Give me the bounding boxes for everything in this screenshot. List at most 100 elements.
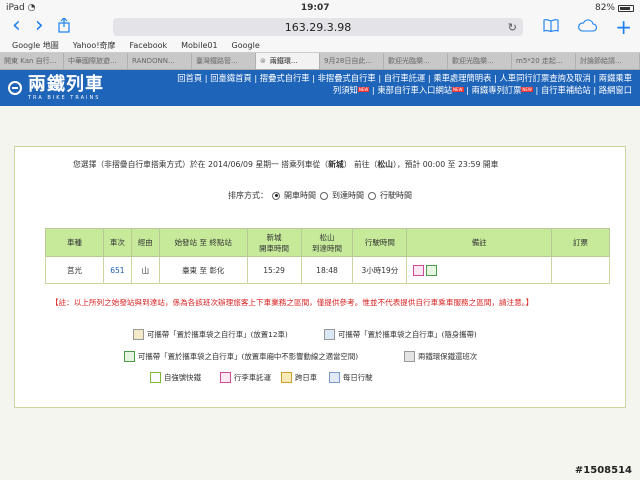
travel-duration: 3小時19分 [352,256,408,284]
legend-text: 可攜帶「置於攜車袋之自行車」(放置12車) [147,330,288,339]
legend-item: 兩鐵環保鐵還班次 [404,351,477,362]
watermark: #1508514 [574,465,632,476]
tab-label: 討論節給請... [580,57,622,65]
table-header-row: 車種 車次 經由 始發站 至 終點站 新城 開車時間 松山 到達時間 行駛時間 … [45,228,610,257]
train-via: 山 [130,256,160,284]
logo-text: 兩鐵列車 [28,74,104,95]
legend-item: 可攜帶「置於攜車袋之自行車」(隨身攜帶) [324,329,477,340]
luggage-service-icon [220,372,231,383]
col-header: 訂票 [551,228,610,257]
tab-label: 臺灣鐵路管... [196,57,238,65]
search-summary: 您選擇（非摺疊自行車搭乘方式）於在 2014/06/09 星期一 搭乘列車從（新… [73,159,625,170]
summary-text: ） 前往（ [343,160,378,169]
tab-label: RANDONN... [132,57,175,65]
sort-radio-arrival[interactable] [320,191,328,200]
browser-tab[interactable]: 臺灣鐵路管... [192,53,256,69]
sort-label: 排序方式： [228,191,268,200]
origin-station: 新城 [328,160,344,169]
tra-logo-icon [8,81,22,95]
col-header: 新城 開車時間 [246,228,302,257]
legend-item: 每日行駛 [329,372,373,383]
tab-strip: 開東 Kan 自行... 中華國際旅遊... RANDONN... 臺灣鐵路管.… [0,53,640,70]
menu-item[interactable]: | 自行車補給站 | 路網窗口 [533,85,633,95]
legend-text: 可攜帶「置於攜車袋之自行車」(隨身攜帶) [338,330,477,339]
site-banner: 兩鐵列車 TRA BIKE TRAINS 回首頁 | 回臺鐵首頁 | 摺疊式自行車… [0,70,640,106]
legend-text: 兩鐵環保鐵還班次 [418,352,478,361]
clock: 19:07 [300,3,330,13]
col-header: 行駛時間 [352,228,408,257]
browser-tab-active[interactable]: ⊗ 兩鐵環... [256,53,320,69]
bookmark-item[interactable]: Mobile01 [181,41,217,50]
col-header: 車種 [45,228,104,257]
col-header: 車次 [102,228,132,257]
sort-radio-duration[interactable] [368,191,376,200]
legend-text: 可攜帶「置於攜車袋之自行車」(放置車廂中不影響動線之適當空間) [138,352,359,361]
site-logo[interactable]: 兩鐵列車 TRA BIKE TRAINS [0,75,150,101]
tab-label: 兩鐵環... [269,57,298,65]
tab-label: 歡迎光臨樂... [388,57,430,65]
col-header: 松山 到達時間 [300,228,354,257]
tab-label: m5*20 走起... [516,57,563,65]
booking-cell [551,256,610,284]
browser-tab[interactable]: 討論節給請... [576,53,640,69]
menu-line: 列須知NEW | 東部自行車入口網站NEW | 兩鐵專列訂票NEW | 自行車補… [140,84,632,96]
arrival-time: 18:48 [300,256,354,284]
legend-item: 可攜帶「置於攜車袋之自行車」(放置車廂中不影響動線之適當空間) [124,351,358,362]
forward-icon[interactable]: › [35,15,44,37]
menu-item[interactable]: | 兩鐵專列訂票 [464,85,521,95]
legend-text: 行李車託運 [234,373,271,382]
browser-tab[interactable]: m5*20 走起... [512,53,576,69]
site-menu: 回首頁 | 回臺鐵首頁 | 摺疊式自行車 | 非摺疊式自行車 | 自行車託運 |… [140,72,632,96]
back-icon[interactable]: ‹ [12,15,21,37]
menu-item[interactable]: 列須知 [333,85,358,95]
sort-options: 排序方式： 開車時間 到達時間 行駛時間 [15,190,625,201]
battery-percent: 82% [594,3,615,13]
browser-tab[interactable]: 中華國際旅遊... [64,53,128,69]
legend-item: 自強號快鐵 [150,372,201,383]
bookmarks-icon[interactable] [543,18,559,36]
browser-tab[interactable]: 開東 Kan 自行... [0,53,64,69]
sort-radio-departure[interactable] [272,191,280,200]
logo-subtitle: TRA BIKE TRAINS [28,95,101,101]
legend-text: 自強號快鐵 [164,373,201,382]
address-bar[interactable]: 163.29.3.98 ↻ [113,18,523,36]
browser-tab[interactable]: 歡迎光臨樂... [448,53,512,69]
bike-bag-space-icon [124,351,135,362]
departure-time: 15:29 [246,256,302,284]
new-tab-icon[interactable]: + [615,15,632,39]
wifi-icon: ◔ [27,3,36,13]
new-badge: NEW [357,87,370,92]
browser-tab[interactable]: 9月28日自此... [320,53,384,69]
col-header: 備註 [406,228,553,257]
train-number-link[interactable]: 651 [102,256,132,284]
sort-option-label: 行駛時間 [380,191,412,200]
browser-tab[interactable]: 歡迎光臨樂... [384,53,448,69]
tab-label: 歡迎光臨樂... [452,57,494,65]
summary-text: 您選擇（非摺疊自行車搭乘方式）於在 2014/06/09 星期一 搭乘列車從（ [73,160,329,169]
bookmark-item[interactable]: Google [232,41,260,50]
bookmark-item[interactable]: Yahoo!奇摩 [73,40,116,51]
bookmark-item[interactable]: Facebook [130,41,168,50]
train-type: 莒光 [45,256,104,284]
remarks-cell [406,256,553,284]
train-table: 車種 車次 經由 始發站 至 終點站 新城 開車時間 松山 到達時間 行駛時間 … [45,228,610,284]
cloud-icon[interactable] [577,18,598,36]
battery-icon [617,4,634,12]
return-train-icon [404,351,415,362]
table-row: 莒光 651 山 臺東 至 彰化 15:29 18:48 3小時19分 [45,256,610,284]
results-panel: 您選擇（非摺疊自行車搭乘方式）於在 2014/06/09 星期一 搭乘列車從（新… [14,146,626,408]
reload-icon[interactable]: ↻ [508,21,517,34]
legend-item: 可攜帶「置於攜車袋之自行車」(放置12車) [133,329,288,340]
browser-tab[interactable]: RANDONN... [128,53,192,69]
close-tab-icon[interactable]: ⊗ [260,57,266,65]
new-badge: NEW [452,87,464,92]
sort-option-label: 開車時間 [284,191,316,200]
disclaimer-note: 【註：以上所列之始發站與到達站，係為各該班次辦理旅客上下車業務之區間，僅提供參考… [51,298,534,307]
share-icon[interactable] [58,17,70,36]
bike-bag-icon [426,264,438,276]
bookmark-item[interactable]: Google 地圖 [12,40,59,51]
menu-line[interactable]: 回首頁 | 回臺鐵首頁 | 摺疊式自行車 | 非摺疊式自行車 | 自行車託運 |… [140,72,632,84]
menu-item[interactable]: | 東部自行車入口網站 [369,85,452,95]
tab-label: 開東 Kan 自行... [4,57,57,65]
browser-toolbar: ‹ › 163.29.3.98 ↻ + [0,15,640,39]
